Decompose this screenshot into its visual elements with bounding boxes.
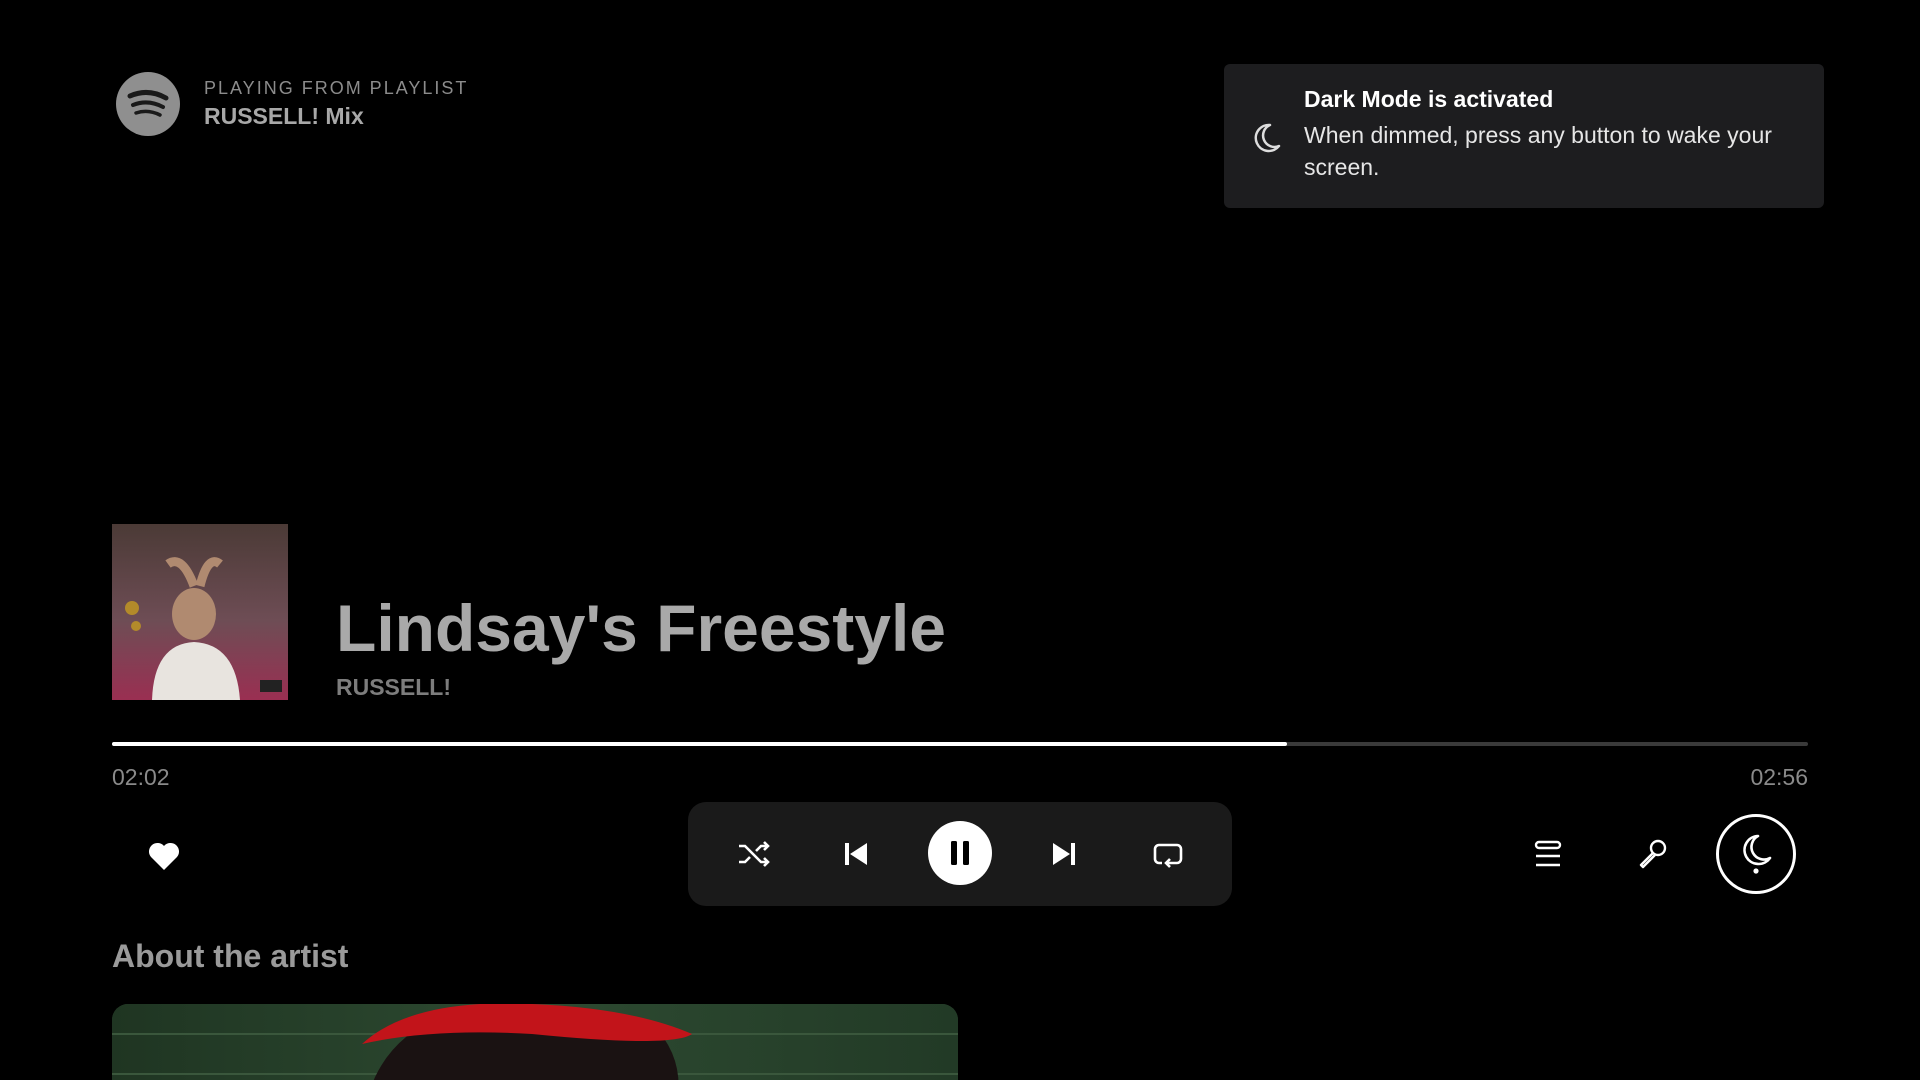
previous-button[interactable] — [830, 828, 882, 880]
album-cover[interactable] — [112, 524, 288, 700]
progress-fill — [112, 742, 1288, 746]
moon-icon — [1248, 120, 1284, 156]
artist-card[interactable] — [112, 1004, 958, 1080]
moon-icon — [1743, 834, 1772, 874]
queue-icon — [1534, 840, 1562, 867]
playlist-name[interactable]: RUSSELL! Mix — [204, 103, 468, 130]
about-artist-heading: About the artist — [112, 938, 349, 974]
heart-icon — [148, 842, 180, 870]
skip-forward-icon — [1053, 843, 1075, 865]
track-artist[interactable]: RUSSELL! — [336, 674, 451, 701]
repeat-icon — [1153, 843, 1183, 868]
total-time: 02:56 — [1750, 764, 1808, 790]
track-title[interactable]: Lindsay's Freestyle — [336, 590, 946, 666]
next-button[interactable] — [1038, 828, 1090, 880]
like-button[interactable] — [140, 832, 188, 880]
now-playing-screen: PLAYING FROM PLAYLIST RUSSELL! Mix Dark … — [0, 0, 1920, 1080]
shuffle-button[interactable] — [728, 828, 780, 880]
pause-icon — [951, 841, 969, 865]
microphone-icon — [1639, 839, 1667, 869]
spotify-logo-icon — [116, 72, 180, 136]
lyrics-button[interactable] — [1626, 828, 1678, 880]
toast-message: When dimmed, press any button to wake yo… — [1304, 122, 1772, 180]
context-label: PLAYING FROM PLAYLIST — [204, 78, 469, 98]
progress-bar[interactable] — [112, 742, 1808, 746]
playing-context: PLAYING FROM PLAYLIST RUSSELL! Mix — [116, 72, 468, 136]
elapsed-time: 02:02 — [112, 764, 170, 790]
queue-button[interactable] — [1522, 828, 1574, 880]
repeat-button[interactable] — [1142, 828, 1194, 880]
dark-mode-toast: Dark Mode is activated When dimmed, pres… — [1224, 64, 1824, 208]
pause-button[interactable] — [928, 821, 992, 885]
skip-back-icon — [845, 843, 867, 865]
shuffle-icon — [739, 841, 770, 867]
dark-mode-button[interactable] — [1716, 814, 1796, 894]
toast-title: Dark Mode is activated — [1304, 86, 1554, 112]
